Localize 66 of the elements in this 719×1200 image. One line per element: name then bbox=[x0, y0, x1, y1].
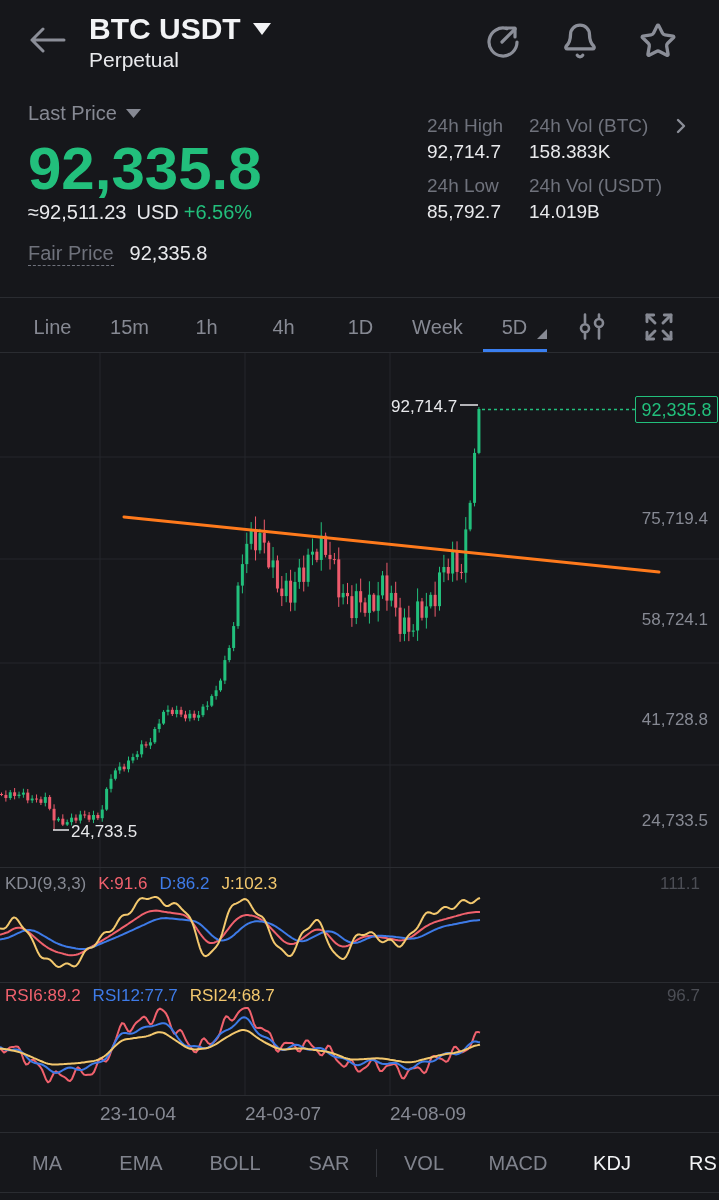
currency-label: USD bbox=[136, 200, 179, 224]
indicator-scale-label: 111.1 bbox=[659, 874, 700, 894]
stat-label: 24h Vol (BTC) bbox=[529, 114, 649, 138]
stat-label: 24h Vol (USDT) bbox=[529, 174, 663, 198]
stat-label: 24h Low bbox=[427, 174, 500, 198]
timeframe-tab[interactable]: 1h bbox=[174, 298, 239, 352]
fair-price-value: 92,335.8 bbox=[129, 241, 208, 265]
indicator-value: RSI24:68.7 bbox=[189, 986, 275, 1006]
stat-value: 92,714.7 bbox=[427, 140, 502, 164]
indicator-tab[interactable]: SAR bbox=[282, 1133, 376, 1192]
price-axis-label: 24,733.5 bbox=[641, 811, 708, 831]
fair-price-label[interactable]: Fair Price bbox=[28, 241, 114, 266]
indicator-value: RSI12:77.7 bbox=[92, 986, 178, 1006]
timeframe-tab[interactable]: 5D bbox=[482, 298, 547, 352]
timeframe-tab[interactable]: Week bbox=[405, 298, 470, 352]
contract-type-label: Perpetual bbox=[89, 48, 180, 72]
low-price-label: 24,733.5 bbox=[71, 822, 138, 842]
back-button[interactable] bbox=[29, 26, 67, 54]
price-axis-label: 58,724.1 bbox=[641, 610, 708, 630]
timeframe-tab[interactable]: 4h bbox=[251, 298, 316, 352]
stat-value: 158.383K bbox=[529, 140, 611, 164]
refresh-icon bbox=[486, 24, 520, 58]
favorite-button[interactable] bbox=[639, 22, 677, 60]
stat-value: 85,792.7 bbox=[427, 200, 502, 224]
dropdown-corner-icon bbox=[536, 329, 547, 339]
date-axis-label: 23-10-04 bbox=[100, 1103, 177, 1125]
caret-down-icon bbox=[252, 23, 271, 35]
price-axis-label: 41,728.8 bbox=[641, 710, 708, 730]
caret-down-icon bbox=[125, 108, 141, 118]
sliders-icon bbox=[577, 313, 606, 340]
back-arrow-icon bbox=[30, 27, 66, 53]
date-axis-label: 24-08-09 bbox=[390, 1103, 467, 1125]
high-price-label: 92,714.7 bbox=[391, 397, 458, 417]
price-axis-label: 75,719.4 bbox=[641, 509, 708, 529]
stat-value: 14.019B bbox=[529, 200, 600, 224]
price-type-dropdown[interactable]: Last Price bbox=[28, 101, 141, 125]
indicator-tab[interactable]: EMA bbox=[94, 1133, 188, 1192]
bell-icon bbox=[561, 22, 599, 60]
indicator-value: D:86.2 bbox=[159, 874, 210, 894]
stat-label: 24h High bbox=[427, 114, 505, 138]
price-change-percent: +6.56% bbox=[183, 200, 253, 224]
indicator-value: K:91.6 bbox=[98, 874, 148, 894]
indicator-tab[interactable]: VOL bbox=[377, 1133, 471, 1192]
refresh-button[interactable] bbox=[485, 23, 521, 59]
indicator-tab[interactable]: RS bbox=[659, 1133, 719, 1192]
high-leader-line bbox=[459, 404, 479, 406]
timeframe-tab[interactable]: 1D bbox=[328, 298, 393, 352]
alert-button[interactable] bbox=[561, 22, 599, 60]
indicator-value: RSI6:89.2 bbox=[5, 986, 81, 1006]
timeframe-tab[interactable]: Line bbox=[20, 298, 85, 352]
indicator-tab[interactable]: MA bbox=[0, 1133, 94, 1192]
low-leader-line bbox=[52, 829, 70, 831]
last-price-value: 92,335.8 bbox=[28, 138, 262, 200]
indicator-tab[interactable]: BOLL bbox=[188, 1133, 282, 1192]
pair-selector-button[interactable]: BTC USDT bbox=[89, 12, 271, 46]
chevron-right-icon[interactable] bbox=[676, 118, 686, 134]
timeframe-tab[interactable]: 15m bbox=[97, 298, 162, 352]
indicator-scale-label: 96.7 bbox=[666, 986, 700, 1006]
indicator-name: KDJ(9,3,3) bbox=[5, 874, 87, 894]
indicator-tab[interactable]: KDJ bbox=[565, 1133, 659, 1192]
approx-usd-price: ≈92,511.23 bbox=[28, 200, 127, 224]
date-axis-label: 24-03-07 bbox=[245, 1103, 322, 1125]
star-icon bbox=[639, 22, 677, 60]
last-price-tag: 92,335.8 bbox=[635, 396, 718, 423]
indicator-tab[interactable]: MACD bbox=[471, 1133, 565, 1192]
indicator-value: J:102.3 bbox=[221, 874, 278, 894]
